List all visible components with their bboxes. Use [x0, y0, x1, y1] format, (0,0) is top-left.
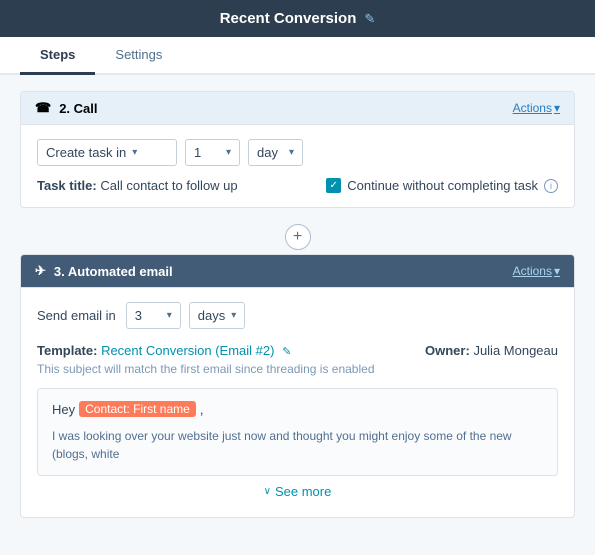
send-label: Send email in: [37, 308, 116, 323]
add-step-button[interactable]: +: [285, 224, 311, 250]
email-icon: ✈: [35, 263, 46, 279]
chevron-down-icon: ▾: [132, 147, 137, 158]
step-email-body: Send email in 3 ▾ days ▾ Template: Recen…: [21, 288, 574, 517]
task-title-value: Call contact to follow up: [100, 178, 237, 193]
owner-label: Owner:: [425, 343, 470, 358]
call-icon: ☎: [35, 100, 51, 116]
info-icon[interactable]: i: [544, 179, 558, 193]
template-edit-icon[interactable]: ✎: [282, 346, 291, 358]
template-row: Template: Recent Conversion (Email #2) ✎…: [37, 343, 558, 358]
chevron-down-icon: ▾: [226, 147, 231, 158]
contact-first-name-tag: Contact: First name: [79, 401, 196, 417]
owner-info: Owner: Julia Mongeau: [425, 343, 558, 358]
send-unit-dropdown[interactable]: days ▾: [189, 302, 246, 329]
step-email-actions-button[interactable]: Actions ▾: [513, 264, 560, 278]
see-more-button[interactable]: ∨ See more: [264, 484, 332, 499]
page-title: Recent Conversion: [220, 10, 357, 27]
continue-without-row: ✓ Continue without completing task i: [326, 178, 558, 193]
create-task-dropdown[interactable]: Create task in ▾: [37, 139, 177, 166]
email-preview: Hey Contact: First name , I was looking …: [37, 388, 558, 476]
chevron-down-icon: ▾: [289, 147, 294, 158]
edit-icon[interactable]: ✎: [364, 11, 375, 27]
email-hey-text: Hey: [52, 402, 75, 417]
step-email-card: ✈ 3. Automated email Actions ▾ Send emai…: [20, 254, 575, 518]
chevron-down-icon: ▾: [167, 310, 172, 321]
task-num-dropdown[interactable]: 1 ▾: [185, 139, 240, 166]
chevron-down-icon: ▾: [554, 264, 560, 278]
task-title-row: Task title: Call contact to follow up ✓ …: [37, 178, 558, 193]
email-body-text: I was looking over your website just now…: [52, 427, 543, 463]
chevron-down-icon: ▾: [554, 101, 560, 115]
template-label: Template:: [37, 343, 97, 358]
main-content: ☎ 2. Call Actions ▾ Create task in ▾ 1 ▾…: [0, 75, 595, 546]
step-call-actions-button[interactable]: Actions ▾: [513, 101, 560, 115]
tabs: Steps Settings: [0, 37, 595, 75]
step-call-body: Create task in ▾ 1 ▾ day ▾ Task title: C…: [21, 125, 574, 207]
step-connector: +: [20, 220, 575, 254]
chevron-down-icon: ∨: [264, 486, 271, 497]
email-comma: ,: [200, 402, 204, 417]
continue-label: Continue without completing task: [347, 178, 538, 193]
task-title-info: Task title: Call contact to follow up: [37, 178, 238, 193]
send-num-dropdown[interactable]: 3 ▾: [126, 302, 181, 329]
send-row: Send email in 3 ▾ days ▾: [37, 302, 558, 329]
template-info: Template: Recent Conversion (Email #2) ✎: [37, 343, 291, 358]
call-options-row: Create task in ▾ 1 ▾ day ▾: [37, 139, 558, 166]
step-call-header: ☎ 2. Call Actions ▾: [21, 92, 574, 125]
tab-settings[interactable]: Settings: [95, 37, 182, 75]
step-call-header-left: ☎ 2. Call: [35, 100, 98, 116]
threading-note: This subject will match the first email …: [37, 362, 558, 376]
email-hey-row: Hey Contact: First name ,: [52, 401, 543, 417]
continue-checkbox[interactable]: ✓: [326, 178, 341, 193]
tab-steps[interactable]: Steps: [20, 37, 95, 75]
step-email-header-left: ✈ 3. Automated email: [35, 263, 173, 279]
step-email-label: 3. Automated email: [54, 264, 173, 279]
chevron-down-icon: ▾: [231, 310, 236, 321]
step-email-header: ✈ 3. Automated email Actions ▾: [21, 255, 574, 288]
header: Recent Conversion ✎: [0, 0, 595, 37]
step-call-label: 2. Call: [59, 101, 97, 116]
see-more-row: ∨ See more: [37, 476, 558, 503]
task-unit-dropdown[interactable]: day ▾: [248, 139, 303, 166]
step-call-card: ☎ 2. Call Actions ▾ Create task in ▾ 1 ▾…: [20, 91, 575, 208]
owner-value: Julia Mongeau: [473, 343, 558, 358]
template-link[interactable]: Recent Conversion (Email #2): [101, 343, 274, 358]
